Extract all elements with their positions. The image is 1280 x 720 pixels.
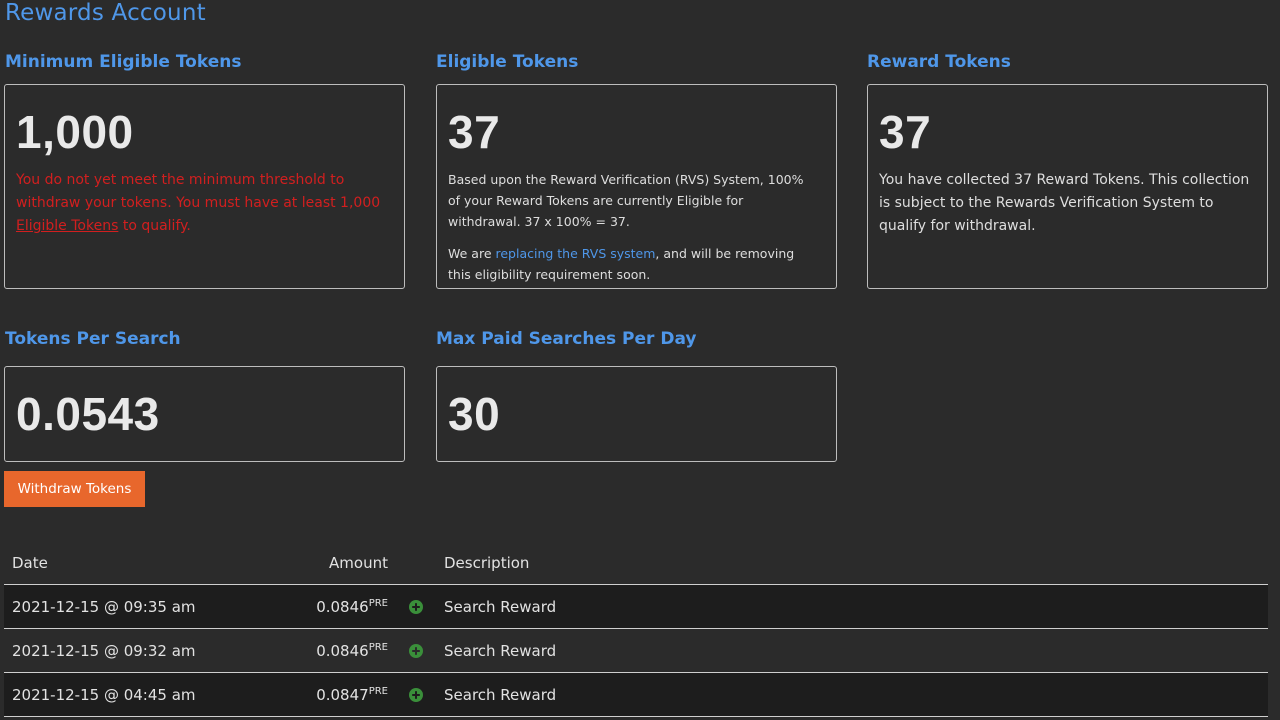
max-paid-searches-value: 30 [448, 388, 501, 440]
status-column-header [388, 541, 444, 585]
withdraw-tokens-button[interactable]: Withdraw Tokens [4, 471, 145, 507]
page-title: Rewards Account [5, 0, 206, 26]
transactions-table: Date Amount Description 2021-12-15 @ 09:… [4, 541, 1268, 717]
eligible-tokens-value: 37 [448, 106, 501, 158]
eligible-tokens-card: 37 Based upon the Reward Verification (R… [436, 84, 837, 289]
table-row: 2021-12-15 @ 09:32 am 0.0846PRE Search R… [4, 628, 1268, 673]
warning-prefix: You do not yet meet the minimum threshol… [16, 172, 381, 211]
minimum-eligible-card: 1,000 You do not yet meet the minimum th… [4, 84, 405, 289]
eligible-tokens-description: Based upon the Reward Verification (RVS)… [448, 172, 804, 229]
rvs-note-prefix: We are [448, 246, 496, 261]
table-header-row: Date Amount Description [4, 541, 1268, 585]
tokens-per-search-title: Tokens Per Search [5, 329, 181, 349]
description-column-header: Description [444, 541, 1268, 585]
reward-tokens-card: 37 You have collected 37 Reward Tokens. … [867, 84, 1268, 289]
row-status [388, 584, 444, 629]
row-amount: 0.0847PRE [302, 672, 388, 717]
rvs-note: We are replacing the RVS system, and wil… [448, 243, 818, 285]
minimum-eligible-value: 1,000 [16, 106, 134, 158]
row-amount-unit: PRE [368, 641, 388, 653]
row-amount-value: 0.0846 [316, 597, 369, 616]
reward-tokens-description: You have collected 37 Reward Tokens. Thi… [879, 172, 1250, 234]
row-amount-value: 0.0846 [316, 641, 369, 660]
row-amount: 0.0846PRE [302, 628, 388, 673]
eligible-tokens-link[interactable]: Eligible Tokens [16, 218, 118, 234]
warning-suffix: to qualify. [118, 218, 191, 234]
plus-circle-icon [409, 600, 423, 614]
replacing-rvs-link[interactable]: replacing the RVS system [495, 246, 655, 261]
row-status [388, 628, 444, 673]
row-date: 2021-12-15 @ 09:32 am [4, 628, 302, 673]
tokens-per-search-card: 0.0543 [4, 366, 405, 462]
minimum-eligible-title: Minimum Eligible Tokens [5, 52, 242, 72]
row-amount-value: 0.0847 [316, 685, 369, 704]
row-date: 2021-12-15 @ 04:45 am [4, 672, 302, 717]
minimum-warning-text: You do not yet meet the minimum threshol… [16, 169, 394, 238]
row-description: Search Reward [444, 628, 1268, 673]
reward-tokens-title: Reward Tokens [867, 52, 1011, 72]
rewards-page: Rewards Account Minimum Eligible Tokens … [0, 0, 1280, 720]
row-description: Search Reward [444, 672, 1268, 717]
tokens-per-search-value: 0.0543 [16, 388, 160, 440]
plus-circle-icon [409, 644, 423, 658]
date-column-header: Date [4, 541, 302, 585]
table-row: 2021-12-15 @ 09:35 am 0.0846PRE Search R… [4, 584, 1268, 629]
max-paid-searches-title: Max Paid Searches Per Day [436, 329, 697, 349]
row-amount-unit: PRE [368, 597, 388, 609]
row-date: 2021-12-15 @ 09:35 am [4, 584, 302, 629]
plus-circle-icon [409, 688, 423, 702]
row-amount: 0.0846PRE [302, 584, 388, 629]
row-description: Search Reward [444, 584, 1268, 629]
table-row: 2021-12-15 @ 04:45 am 0.0847PRE Search R… [4, 672, 1268, 717]
row-amount-unit: PRE [368, 685, 388, 697]
amount-column-header: Amount [302, 541, 388, 585]
row-status [388, 672, 444, 717]
eligible-tokens-title: Eligible Tokens [436, 52, 579, 72]
max-paid-searches-card: 30 [436, 366, 837, 462]
reward-tokens-value: 37 [879, 106, 932, 158]
